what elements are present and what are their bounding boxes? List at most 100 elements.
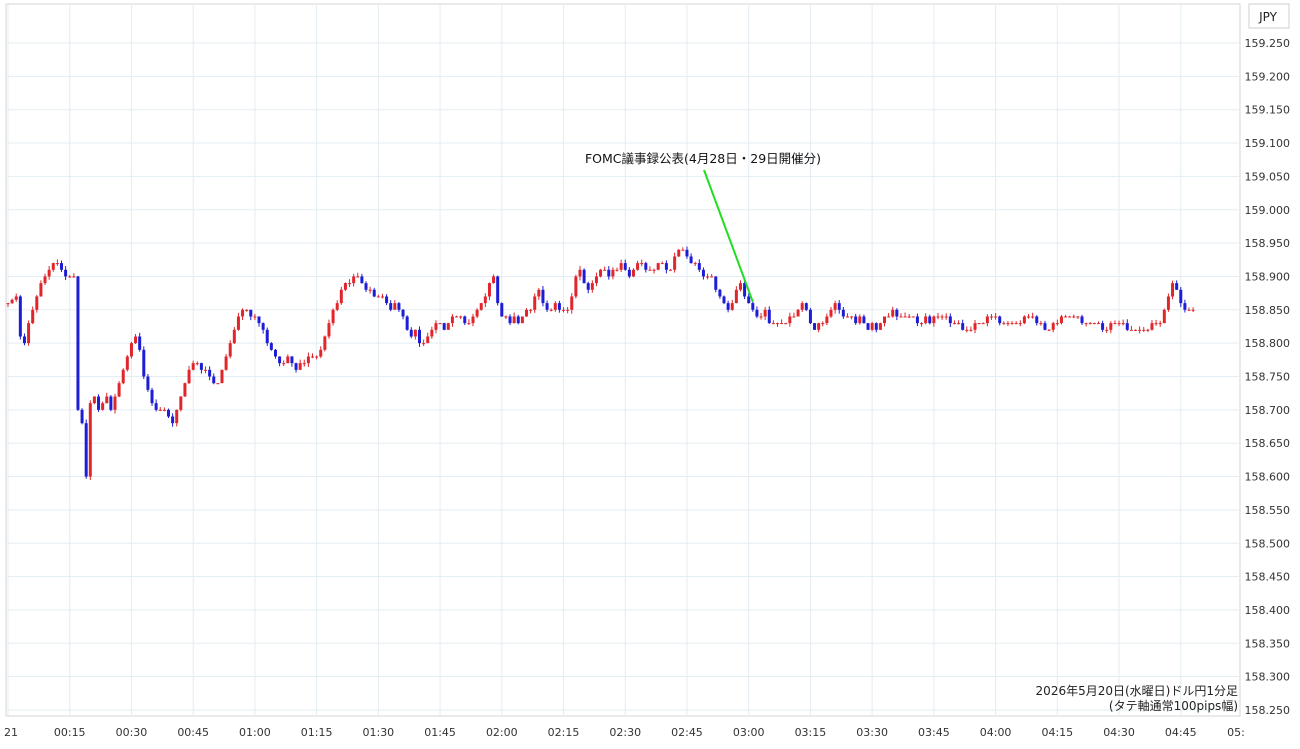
candle-body	[615, 269, 619, 271]
candle-body	[348, 283, 352, 285]
x-tick-label: 04:30	[1103, 726, 1135, 739]
candle-body	[957, 323, 961, 325]
candle-body	[232, 329, 236, 344]
candle-body	[166, 409, 170, 417]
candle-body	[265, 329, 269, 344]
candle-body	[952, 323, 956, 325]
candle-body	[397, 303, 401, 310]
candle-body	[895, 309, 899, 317]
candle-body	[961, 323, 965, 330]
candle-body	[524, 309, 528, 317]
candle-body	[360, 276, 364, 284]
candle-body	[1101, 323, 1105, 330]
candle-body	[208, 369, 212, 377]
candle-body	[171, 416, 175, 424]
y-tick-label: 158.550	[1245, 504, 1291, 517]
candle-body	[878, 323, 882, 330]
candle-body	[706, 276, 710, 278]
candle-body	[311, 356, 315, 358]
candle-body	[907, 316, 911, 318]
candle-body	[352, 276, 356, 284]
candle-body	[356, 276, 360, 278]
candle-body	[636, 263, 640, 270]
candle-body	[989, 316, 993, 318]
candle-body	[710, 276, 714, 278]
candle-body	[1010, 323, 1014, 325]
candle-body	[286, 356, 290, 364]
y-tick-label: 158.300	[1245, 671, 1291, 684]
candle-body	[940, 316, 944, 318]
candle-body	[88, 403, 92, 477]
candle-body	[129, 343, 133, 357]
candle-body	[409, 329, 413, 337]
candle-body	[331, 309, 335, 324]
candle-body	[1158, 323, 1162, 325]
candle-body	[969, 329, 973, 331]
candle-body	[714, 276, 718, 290]
candle-body	[776, 323, 780, 325]
y-tick-label: 159.250	[1245, 37, 1291, 50]
candle-body	[1096, 323, 1100, 325]
candle-body	[22, 336, 26, 344]
y-tick-label: 159.050	[1245, 170, 1291, 183]
candle-body	[335, 303, 339, 310]
candle-body	[216, 383, 220, 385]
candle-body	[574, 276, 578, 297]
candle-body	[619, 263, 623, 270]
candle-body	[858, 316, 862, 324]
chart-area: 159.250 159.200 159.150 159.100 159.050 159.0…	[0, 0, 1300, 745]
candle-body	[154, 403, 158, 410]
candle-body	[516, 316, 520, 324]
candle-body	[504, 316, 508, 318]
candle-body	[631, 269, 635, 277]
candle-body	[1088, 323, 1092, 325]
candle-body	[191, 363, 195, 370]
candle-body	[623, 263, 627, 270]
candle-body	[298, 363, 302, 370]
x-tick-label: 03:45	[918, 726, 950, 739]
candle-body	[134, 336, 138, 344]
candle-body	[1183, 303, 1187, 310]
candle-body	[1191, 309, 1195, 311]
candle-body	[697, 263, 701, 270]
candle-body	[368, 289, 372, 291]
x-tick-label: 01:00	[239, 726, 271, 739]
candle-body	[253, 316, 257, 318]
candle-body	[101, 403, 105, 410]
candle-body	[47, 269, 51, 277]
candle-body	[55, 263, 59, 265]
candle-body	[467, 323, 471, 325]
candle-body	[640, 263, 644, 265]
candle-body	[664, 263, 668, 270]
y-tick-label: 158.350	[1245, 637, 1291, 650]
x-tick-label: 02:15	[548, 726, 580, 739]
candle-body	[401, 309, 405, 317]
x-tick-label: 00:45	[177, 726, 209, 739]
candle-body	[68, 276, 72, 278]
candle-body	[459, 316, 463, 318]
candle-body	[117, 383, 121, 397]
candle-body	[162, 409, 166, 411]
candle-body	[158, 409, 162, 411]
candle-body	[438, 323, 442, 325]
candle-body	[51, 263, 55, 270]
y-tick-label: 158.950	[1245, 237, 1291, 250]
candle-body	[512, 316, 516, 324]
candle-body	[294, 363, 298, 370]
candle-body	[434, 323, 438, 330]
candle-body	[1059, 316, 1063, 324]
candle-body	[199, 363, 203, 370]
x-tick-label: 00:30	[116, 726, 148, 739]
candle-body	[113, 396, 117, 410]
x-tick-label: 04:15	[1041, 726, 1073, 739]
candle-body	[1134, 329, 1138, 331]
candle-body	[105, 396, 109, 404]
candle-body	[84, 423, 88, 477]
candle-body	[418, 329, 421, 344]
candle-body	[1018, 323, 1022, 325]
candle-body	[965, 329, 969, 331]
candle-body	[1064, 316, 1068, 318]
candle-body	[282, 363, 286, 365]
candle-body	[1051, 323, 1055, 330]
candle-body	[343, 283, 347, 290]
